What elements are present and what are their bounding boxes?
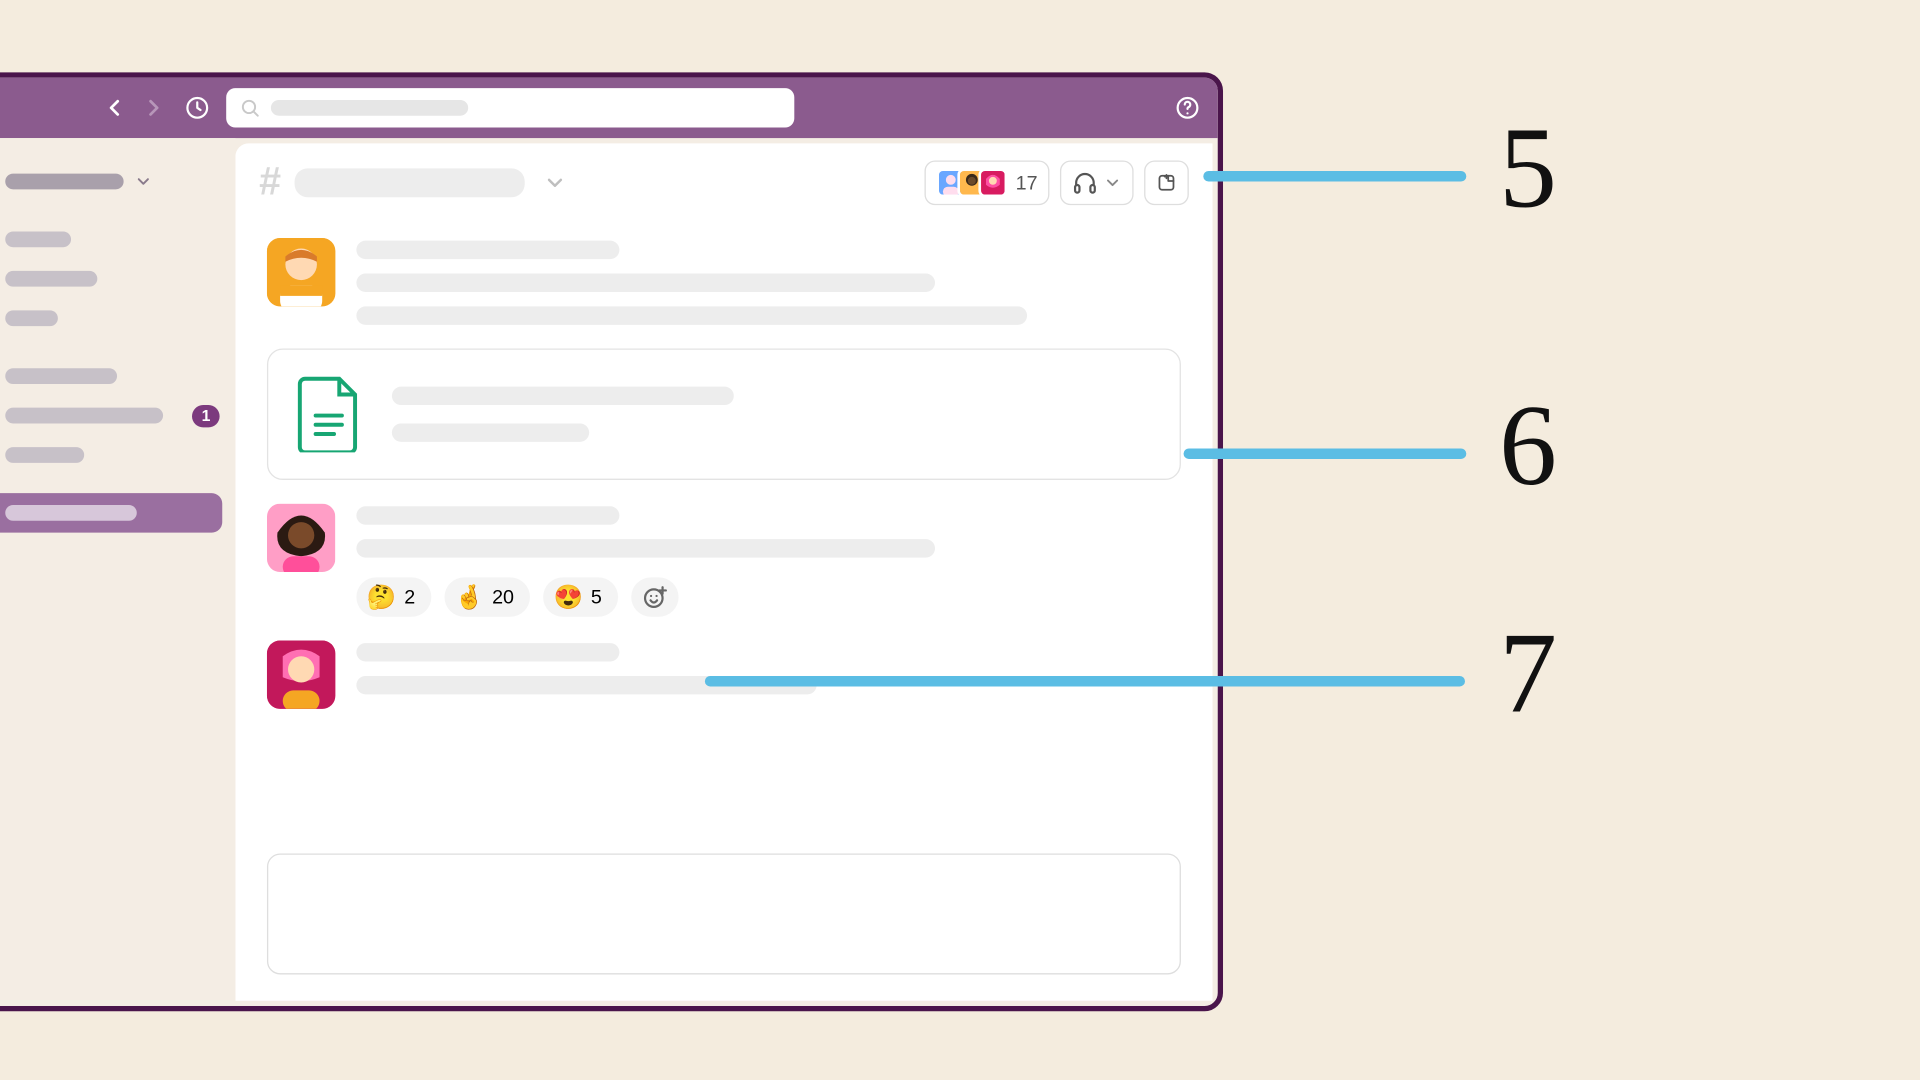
text-line (356, 274, 935, 292)
callout-line (1203, 171, 1466, 182)
callout-number: 5 (1499, 103, 1557, 236)
huddle-button[interactable] (1060, 160, 1134, 205)
search-bar[interactable] (226, 88, 794, 127)
add-emoji-icon (641, 584, 667, 610)
avatar (267, 238, 335, 306)
document-icon (297, 376, 360, 452)
avatar (267, 504, 335, 572)
message-list: 🤔 2 🤞 20 😍 5 (235, 222, 1212, 837)
reaction-count: 2 (404, 586, 415, 608)
reaction[interactable]: 🤞 20 (444, 577, 530, 616)
reaction-count: 5 (591, 586, 602, 608)
chevron-down-icon (1103, 174, 1121, 192)
avatar (979, 168, 1008, 197)
file-meta (392, 423, 589, 441)
search-placeholder (271, 100, 468, 116)
text-line (356, 643, 619, 661)
hash-icon: # (259, 160, 281, 205)
callout-number: 6 (1499, 380, 1557, 513)
chevron-down-icon[interactable] (543, 171, 567, 195)
message[interactable]: 🤔 2 🤞 20 😍 5 (267, 504, 1181, 617)
channel-name[interactable] (294, 168, 524, 197)
sidebar-item[interactable] (0, 220, 235, 259)
reaction[interactable]: 🤔 2 (356, 577, 431, 616)
avatar (267, 640, 335, 708)
text-line (356, 306, 1027, 324)
sidebar-section-header[interactable] (0, 162, 235, 201)
callout-line (1184, 448, 1467, 459)
member-avatars (937, 168, 1008, 197)
callout-line (705, 676, 1465, 687)
sidebar-item-active[interactable] (0, 493, 222, 532)
sidebar-item[interactable] (0, 435, 235, 474)
unread-badge: 1 (192, 404, 219, 426)
channel-header: # 17 (235, 143, 1212, 222)
history-button[interactable] (183, 93, 212, 122)
nav-arrows (100, 93, 168, 122)
members-button[interactable]: 17 (925, 160, 1050, 205)
headphones-icon (1072, 170, 1098, 196)
text-line (356, 241, 619, 259)
member-count: 17 (1016, 172, 1038, 194)
text-line (356, 506, 619, 524)
message-composer[interactable] (267, 853, 1181, 974)
emoji-thinking-icon: 🤔 (367, 585, 396, 609)
text-line (356, 539, 935, 557)
nav-back-button[interactable] (100, 93, 129, 122)
chevron-down-icon (134, 172, 152, 190)
sidebar-item[interactable] (0, 299, 235, 338)
reactions-bar: 🤔 2 🤞 20 😍 5 (356, 577, 1181, 616)
callout-number: 7 (1499, 608, 1557, 741)
reaction-count: 20 (492, 586, 514, 608)
sidebar-item[interactable] (0, 259, 235, 298)
message[interactable] (267, 238, 1181, 325)
top-bar (0, 78, 1218, 138)
file-title (392, 387, 734, 405)
sidebar-item[interactable]: 1 (0, 396, 235, 435)
slack-window: 1 # (0, 72, 1223, 1011)
emoji-fingers-crossed-icon: 🤞 (455, 585, 484, 609)
nav-forward-button[interactable] (139, 93, 168, 122)
message[interactable] (267, 640, 1181, 708)
reaction[interactable]: 😍 5 (543, 577, 618, 616)
add-reaction-button[interactable] (631, 577, 678, 616)
sidebar-item[interactable] (0, 356, 235, 395)
file-attachment[interactable] (267, 348, 1181, 480)
canvas-icon (1156, 170, 1177, 196)
channel-pane: # 17 (235, 143, 1212, 1000)
sidebar: 1 (0, 138, 235, 1006)
help-button[interactable] (1173, 93, 1202, 122)
emoji-heart-eyes-icon: 😍 (553, 585, 582, 609)
canvas-button[interactable] (1144, 160, 1189, 205)
